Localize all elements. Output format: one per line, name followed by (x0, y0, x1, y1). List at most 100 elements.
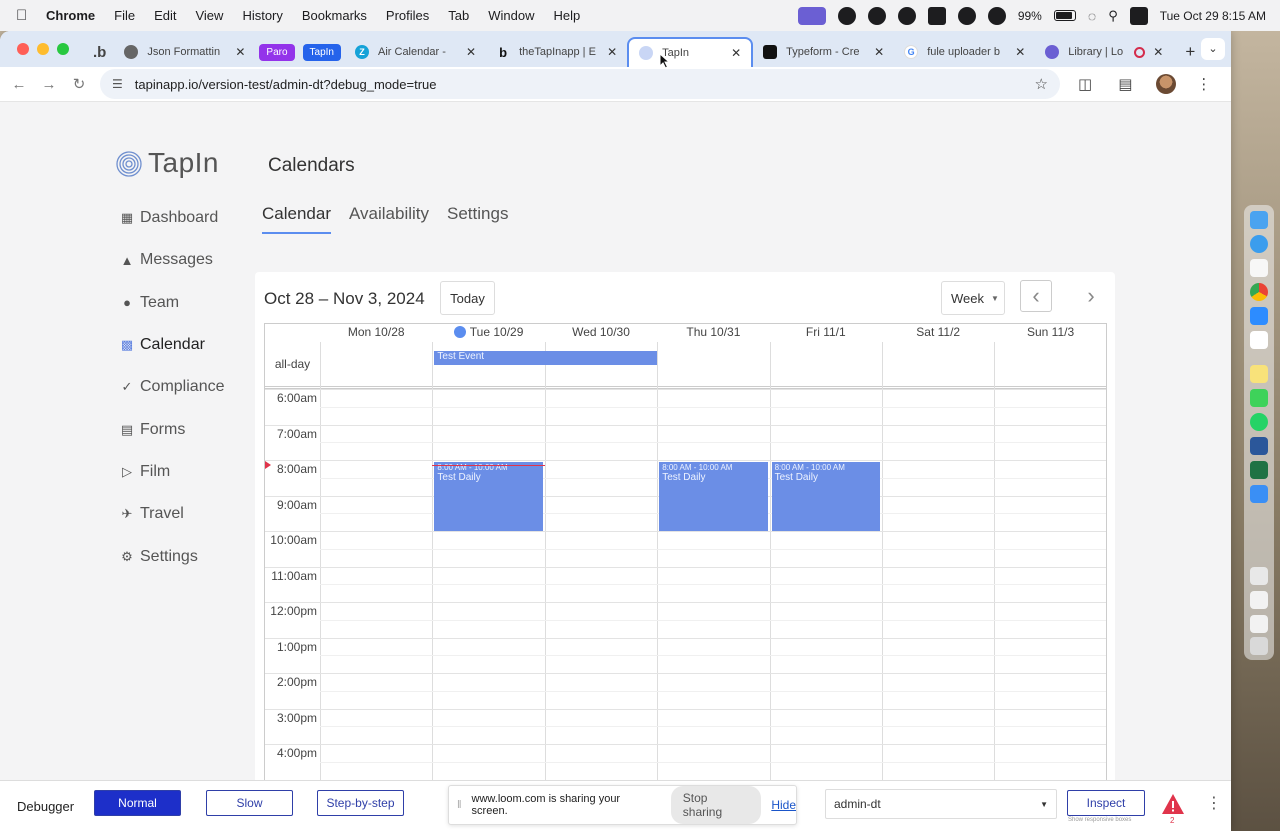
messages-app-icon[interactable] (1250, 389, 1268, 407)
vpn-icon[interactable] (987, 6, 1006, 25)
sidebar-item-calendar[interactable]: ▩ Calendar (120, 324, 224, 366)
day-header[interactable]: Wed 10/30 (545, 324, 657, 342)
word-icon[interactable] (1250, 437, 1268, 455)
control-center-icon[interactable] (1129, 6, 1148, 25)
stop-sharing-button[interactable]: Stop sharing (670, 786, 762, 824)
maximize-window-button[interactable] (57, 43, 69, 55)
menu-app-name[interactable]: Chrome (46, 8, 95, 23)
tab-tapin-active[interactable]: TapIn ✕ (627, 37, 754, 67)
calendar-event[interactable]: 8:00 AM - 10:00 AM Test Daily (771, 462, 880, 531)
view-select[interactable]: Week ▼ (941, 281, 1005, 315)
tab-settings[interactable]: Settings (447, 204, 508, 234)
previous-week-button[interactable]: ‹ (1020, 280, 1052, 312)
app-s-icon[interactable] (927, 6, 946, 25)
tab-loom-library[interactable]: Library | Lo ✕ (1035, 37, 1173, 67)
day-header[interactable]: Sun 11/3 (994, 324, 1106, 342)
next-week-button[interactable]: › (1075, 280, 1107, 312)
menu-help[interactable]: Help (554, 8, 581, 23)
slack-icon[interactable] (1250, 331, 1268, 349)
more-options-icon[interactable]: ⋮ (1206, 793, 1222, 813)
menu-window[interactable]: Window (488, 8, 534, 23)
day-header[interactable]: Mon 10/28 (320, 324, 432, 342)
step-by-step-button[interactable]: Step-by-step (317, 790, 404, 816)
spotlight-search-icon[interactable]: ⚲ (1108, 8, 1118, 24)
menu-file[interactable]: File (114, 8, 135, 23)
battery-icon[interactable] (1053, 10, 1076, 21)
close-tab-icon[interactable]: ✕ (235, 45, 245, 59)
minimize-window-button[interactable] (37, 43, 49, 55)
address-bar[interactable]: ☰ tapinapp.io/version-test/admin-dt?debu… (100, 69, 1060, 99)
calendar-event[interactable]: 8:00 AM - 10:00 AM Test Daily (659, 462, 768, 531)
screen-share-icon[interactable] (797, 6, 826, 25)
drag-handle-icon[interactable]: ‖ (457, 799, 462, 811)
sidebar-item-team[interactable]: ● Team (120, 282, 224, 324)
menu-view[interactable]: View (195, 8, 223, 23)
menu-edit[interactable]: Edit (154, 8, 176, 23)
close-tab-icon[interactable]: ✕ (731, 46, 741, 60)
forward-icon[interactable]: → (34, 76, 64, 93)
menu-history[interactable]: History (242, 8, 282, 23)
excel-icon[interactable] (1250, 461, 1268, 479)
mail-icon[interactable] (1250, 485, 1268, 503)
bookmark-star-icon[interactable]: ☆ (1035, 75, 1048, 93)
day-header[interactable]: Thu 10/31 (657, 324, 769, 342)
site-info-icon[interactable]: ☰ (112, 77, 123, 91)
trash-icon[interactable] (1250, 637, 1268, 655)
reading-list-icon[interactable]: ▤ (1118, 75, 1132, 93)
tab-file-uploader[interactable]: G fule uploader b ✕ (894, 37, 1035, 67)
finder-icon[interactable] (1250, 211, 1268, 229)
tab-group-paro[interactable]: Paro (259, 43, 295, 61)
tab-availability[interactable]: Availability (349, 204, 429, 234)
close-tab-icon[interactable]: ✕ (1153, 45, 1163, 59)
sidebar-item-film[interactable]: ▷ Film (120, 451, 224, 493)
inspect-button[interactable]: Inspect (1067, 790, 1145, 816)
tab-group-tapin[interactable]: TapIn (302, 43, 341, 61)
sidebar-item-forms[interactable]: ▤ Forms (120, 408, 224, 450)
day-header[interactable]: Sat 11/2 (882, 324, 994, 342)
hide-banner-link[interactable]: Hide (771, 798, 796, 812)
loom-menubar-icon[interactable] (867, 6, 886, 25)
preview-icon[interactable] (1250, 567, 1268, 585)
tab-bubble-pinned[interactable]: .b (85, 37, 114, 67)
tab-thetapinapp[interactable]: b theTapInapp | E ✕ (486, 37, 627, 67)
sidebar-item-settings[interactable]: ⚙ Settings (120, 535, 224, 577)
slow-mode-button[interactable]: Slow (206, 790, 293, 816)
address-url[interactable]: tapinapp.io/version-test/admin-dt?debug_… (135, 77, 437, 92)
tab-calendar[interactable]: Calendar (262, 204, 331, 234)
day-header[interactable]: Tue 10/29 (432, 324, 544, 342)
new-tab-icon[interactable]: + (1185, 42, 1195, 62)
document-icon[interactable] (1250, 615, 1268, 633)
sidebar-item-messages[interactable]: ▲ Messages (120, 239, 224, 281)
day-header[interactable]: Fri 11/1 (770, 324, 882, 342)
menu-profiles[interactable]: Profiles (386, 8, 429, 23)
page-select[interactable]: admin-dt ▼ (825, 789, 1057, 819)
stickies-icon[interactable] (1250, 365, 1268, 383)
normal-mode-button[interactable]: Normal (94, 790, 181, 816)
tab-air-calendar[interactable]: Z Air Calendar - ✕ (345, 37, 486, 67)
tab-json-formatting[interactable]: Json Formattin ✕ (114, 37, 255, 67)
allday-event[interactable]: Test Event (434, 351, 658, 365)
check-circle-icon[interactable] (837, 6, 856, 25)
sidebar-item-dashboard[interactable]: ▦ Dashboard (120, 197, 224, 239)
tab-search-chevron-icon[interactable]: ⌄ (1201, 38, 1225, 60)
today-button[interactable]: Today (440, 281, 495, 315)
menubar-clock[interactable]: Tue Oct 29 8:15 AM (1160, 9, 1266, 23)
close-tab-icon[interactable]: ✕ (466, 45, 476, 59)
sidebar-item-travel[interactable]: ✈ Travel (120, 493, 224, 535)
wifi-icon[interactable]: ◌ (1088, 8, 1096, 24)
close-window-button[interactable] (17, 43, 29, 55)
apple-menu-icon[interactable]:  (16, 7, 32, 24)
chrome-menu-icon[interactable]: ⋮ (1196, 75, 1211, 93)
safari-icon[interactable] (1250, 235, 1268, 253)
whatsapp-icon[interactable] (1250, 413, 1268, 431)
close-tab-icon[interactable]: ✕ (1015, 45, 1025, 59)
show-responsive-boxes-label[interactable]: Show responsive boxes (1068, 817, 1131, 823)
warning-icon[interactable] (1161, 792, 1185, 816)
close-tab-icon[interactable]: ✕ (874, 45, 884, 59)
document-icon[interactable] (1250, 591, 1268, 609)
menu-bookmarks[interactable]: Bookmarks (302, 8, 367, 23)
profile-avatar[interactable] (1156, 74, 1177, 94)
back-icon[interactable]: ← (4, 76, 34, 93)
extensions-icon[interactable]: ◫ (1078, 75, 1092, 93)
calendar-event[interactable]: 8:00 AM - 10:00 AM Test Daily (434, 462, 543, 531)
